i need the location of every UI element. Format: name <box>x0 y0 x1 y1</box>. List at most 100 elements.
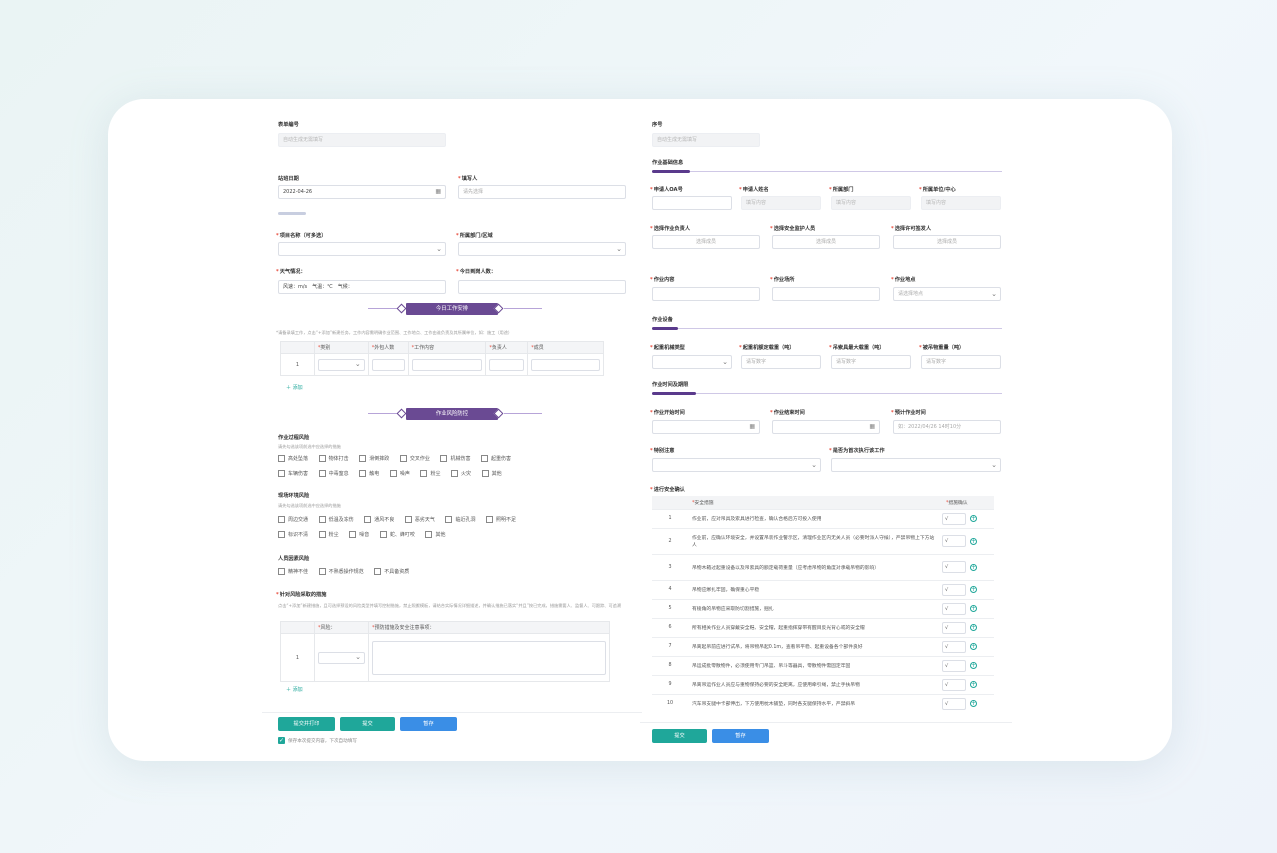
row-confirm[interactable]: √ + <box>942 637 994 657</box>
checkbox-cross[interactable]: 交叉作业 <box>399 455 430 462</box>
measures-title-text: 针对风险采取的措施 <box>279 592 327 598</box>
confirm-input[interactable]: √ <box>942 602 966 615</box>
prevent-cell[interactable] <box>368 633 610 682</box>
add-work-button[interactable]: ＋ 添加 <box>286 384 303 391</box>
confirm-input[interactable]: √ <box>942 583 966 596</box>
checkbox-spirit[interactable]: 精神不佳 <box>278 568 308 575</box>
add-circle-icon[interactable]: + <box>970 563 977 571</box>
work-content-input[interactable] <box>652 287 760 301</box>
add-circle-icon[interactable]: + <box>970 605 977 612</box>
right-submit-button[interactable]: 提交 <box>652 729 707 743</box>
add-circle-icon[interactable]: + <box>970 700 977 707</box>
add-circle-icon[interactable]: + <box>970 643 977 650</box>
attendance-input[interactable] <box>458 280 626 294</box>
checkbox-electric[interactable]: 触电 <box>359 470 379 477</box>
confirm-input[interactable]: √ <box>942 697 966 710</box>
confirm-input[interactable]: √ <box>942 659 966 672</box>
checkbox-hole[interactable]: 临近孔洞 <box>445 516 475 523</box>
checkbox-ventilation[interactable]: 通风不良 <box>364 516 394 523</box>
add-circle-icon[interactable]: + <box>970 515 977 522</box>
checkbox-slip[interactable]: 滑倒摔跤 <box>359 455 389 462</box>
confirm-input[interactable]: √ <box>942 678 966 691</box>
row-confirm[interactable]: √ + <box>942 694 994 710</box>
checkbox-fire[interactable]: 火灾 <box>451 470 471 477</box>
row-confirm[interactable]: √ + <box>942 509 994 529</box>
filler-input[interactable]: 请先选择 <box>458 185 626 199</box>
table-row: 9 吊离吊运作业人员应与重物保持必要的安全距离，应使用牵引绳，禁止手扶吊物 √ + <box>652 675 994 695</box>
add-circle-icon[interactable]: + <box>970 662 977 669</box>
row-confirm[interactable]: √ + <box>942 656 994 676</box>
work-site-select[interactable]: 请选择地点 ⌄ <box>893 287 1001 301</box>
submit-button[interactable]: 提交 <box>340 717 395 731</box>
confirm-input[interactable]: √ <box>942 640 966 653</box>
confirm-input[interactable]: √ <box>942 561 966 573</box>
checkbox-traffic[interactable]: 周边交通 <box>278 516 308 523</box>
rigging-weight-input[interactable]: 请写数字 <box>831 355 911 369</box>
checkbox-vehicle[interactable]: 车辆伤害 <box>278 470 308 477</box>
checkbox-sign[interactable]: 标识不清 <box>278 531 308 538</box>
checkbox-unfamiliar[interactable]: 不熟悉操作规范 <box>318 568 364 575</box>
submit-print-button[interactable]: 提交并打印 <box>278 717 335 731</box>
safety-leader-select[interactable]: 选择成员 <box>772 235 880 249</box>
checkbox-fall[interactable]: 高处坠落 <box>278 455 308 462</box>
weather-input[interactable]: 风速：m/s 气温：℃ 气候： <box>278 280 446 294</box>
checkbox-bite[interactable]: 蛇、蜂叮咬 <box>379 531 415 538</box>
remember-checkbox[interactable]: ✓ 保存本次提交内容，下次自动填写 <box>278 737 357 744</box>
add-circle-icon[interactable]: + <box>970 586 977 593</box>
end-time-input[interactable]: ▦ <box>772 420 880 434</box>
row-confirm[interactable]: √ + <box>942 599 994 619</box>
checkbox-other[interactable]: 其他 <box>481 470 502 477</box>
risk-cell[interactable]: ⌄ <box>314 633 369 682</box>
work-col-member-text: 成员 <box>533 345 544 351</box>
checkbox-env-dust[interactable]: 粉尘 <box>318 531 339 538</box>
work-area-input[interactable] <box>772 287 880 301</box>
row-confirm[interactable]: √ + <box>942 554 994 581</box>
checkbox-mechanical[interactable]: 机械伤害 <box>440 455 470 462</box>
right-save-draft-button[interactable]: 暂存 <box>712 729 769 743</box>
row-confirm[interactable]: √ + <box>942 675 994 695</box>
start-time-label-text: 作业开始时间 <box>653 410 685 416</box>
checkbox-weather[interactable]: 恶劣天气 <box>404 516 435 523</box>
plan-time-input[interactable]: 如：2022/04/26 14时10分 <box>893 420 1001 434</box>
applicant-oa-input[interactable] <box>652 196 732 210</box>
content-cell[interactable] <box>407 353 487 376</box>
add-measure-button[interactable]: ＋ 添加 <box>286 686 303 693</box>
checkbox-env-other[interactable]: 其他 <box>425 531 445 538</box>
add-circle-icon[interactable]: + <box>970 681 977 688</box>
checkbox-cold[interactable]: 低温及冻伤 <box>318 516 354 523</box>
member-cell[interactable] <box>527 353 604 376</box>
checkbox-unqualified[interactable]: 不具备资质 <box>374 568 409 575</box>
add-circle-icon[interactable]: + <box>970 624 977 631</box>
row-confirm[interactable]: √ + <box>942 618 994 638</box>
outsource-cell[interactable] <box>367 353 409 376</box>
permit-person-select[interactable]: 选择成员 <box>893 235 1001 249</box>
checkbox-lifting[interactable]: 起重伤害 <box>481 455 511 462</box>
checkbox-noise[interactable]: 噪声 <box>389 470 410 477</box>
crane-type-select[interactable]: ⌄ <box>652 355 732 369</box>
add-circle-icon[interactable]: + <box>970 537 977 545</box>
confirm-input[interactable]: √ <box>942 621 966 634</box>
leader-cell[interactable] <box>485 353 529 376</box>
save-draft-button[interactable]: 暂存 <box>400 717 457 731</box>
date-input[interactable]: 2022-04-26 ▦ <box>278 185 446 199</box>
lift-weight-input[interactable]: 请写数字 <box>741 355 821 369</box>
checkbox-icon <box>278 568 285 575</box>
confirm-input[interactable]: √ <box>942 535 966 547</box>
checkbox-strike[interactable]: 物体打击 <box>318 455 349 462</box>
checkbox-lighting[interactable]: 照明不足 <box>486 516 516 523</box>
checkbox-poison[interactable]: 中毒窒息 <box>318 470 349 477</box>
work-leader-select[interactable]: 选择成员 <box>652 235 760 249</box>
dept-select[interactable]: ⌄ <box>458 242 626 256</box>
start-time-input[interactable]: ▦ <box>652 420 760 434</box>
confirm-table-wrap[interactable]: *安全措施 *措施确认 1 作业前，应对吊具及索具进行检查，确认合格后方可投入使用… <box>652 496 994 710</box>
load-weight-input[interactable]: 请写数字 <box>921 355 1001 369</box>
row-confirm[interactable]: √ + <box>942 580 994 600</box>
repeat-work-select[interactable]: ⌄ <box>831 458 1001 472</box>
category-cell[interactable]: ⌄ <box>313 353 369 376</box>
special-req-select[interactable]: ⌄ <box>652 458 821 472</box>
project-select[interactable]: ⌄ <box>278 242 446 256</box>
checkbox-env-noise[interactable]: 噪音 <box>349 531 369 538</box>
row-confirm[interactable]: √ + <box>942 528 994 555</box>
confirm-input[interactable]: √ <box>942 512 966 525</box>
checkbox-dust[interactable]: 粉尘 <box>420 470 440 477</box>
